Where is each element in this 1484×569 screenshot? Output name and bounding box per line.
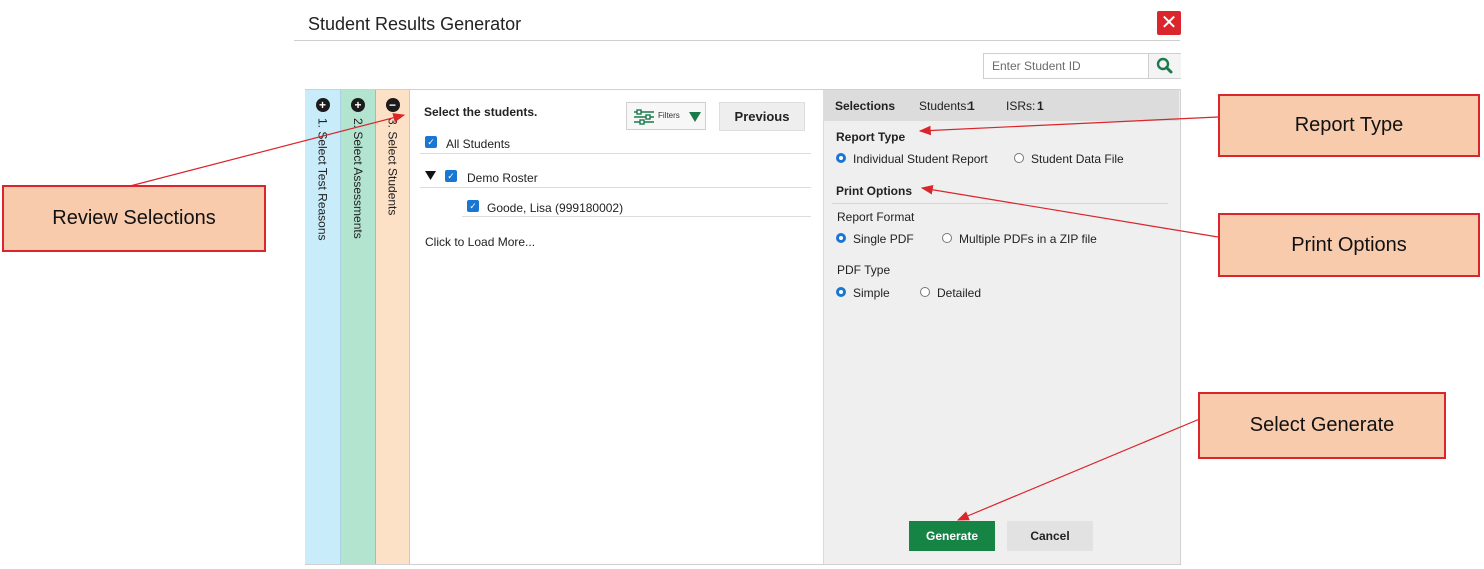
callout-print-options: Print Options (1218, 213, 1480, 277)
arrow-report-type (918, 116, 1219, 136)
callout-report-type: Report Type (1218, 94, 1480, 157)
arrow-generate (956, 417, 1203, 521)
arrow-print-options (920, 185, 1219, 238)
arrow-review (129, 113, 406, 187)
callout-review-selections: Review Selections (2, 185, 266, 252)
annotation-arrows (129, 113, 1219, 521)
callout-select-generate: Select Generate (1198, 392, 1446, 459)
